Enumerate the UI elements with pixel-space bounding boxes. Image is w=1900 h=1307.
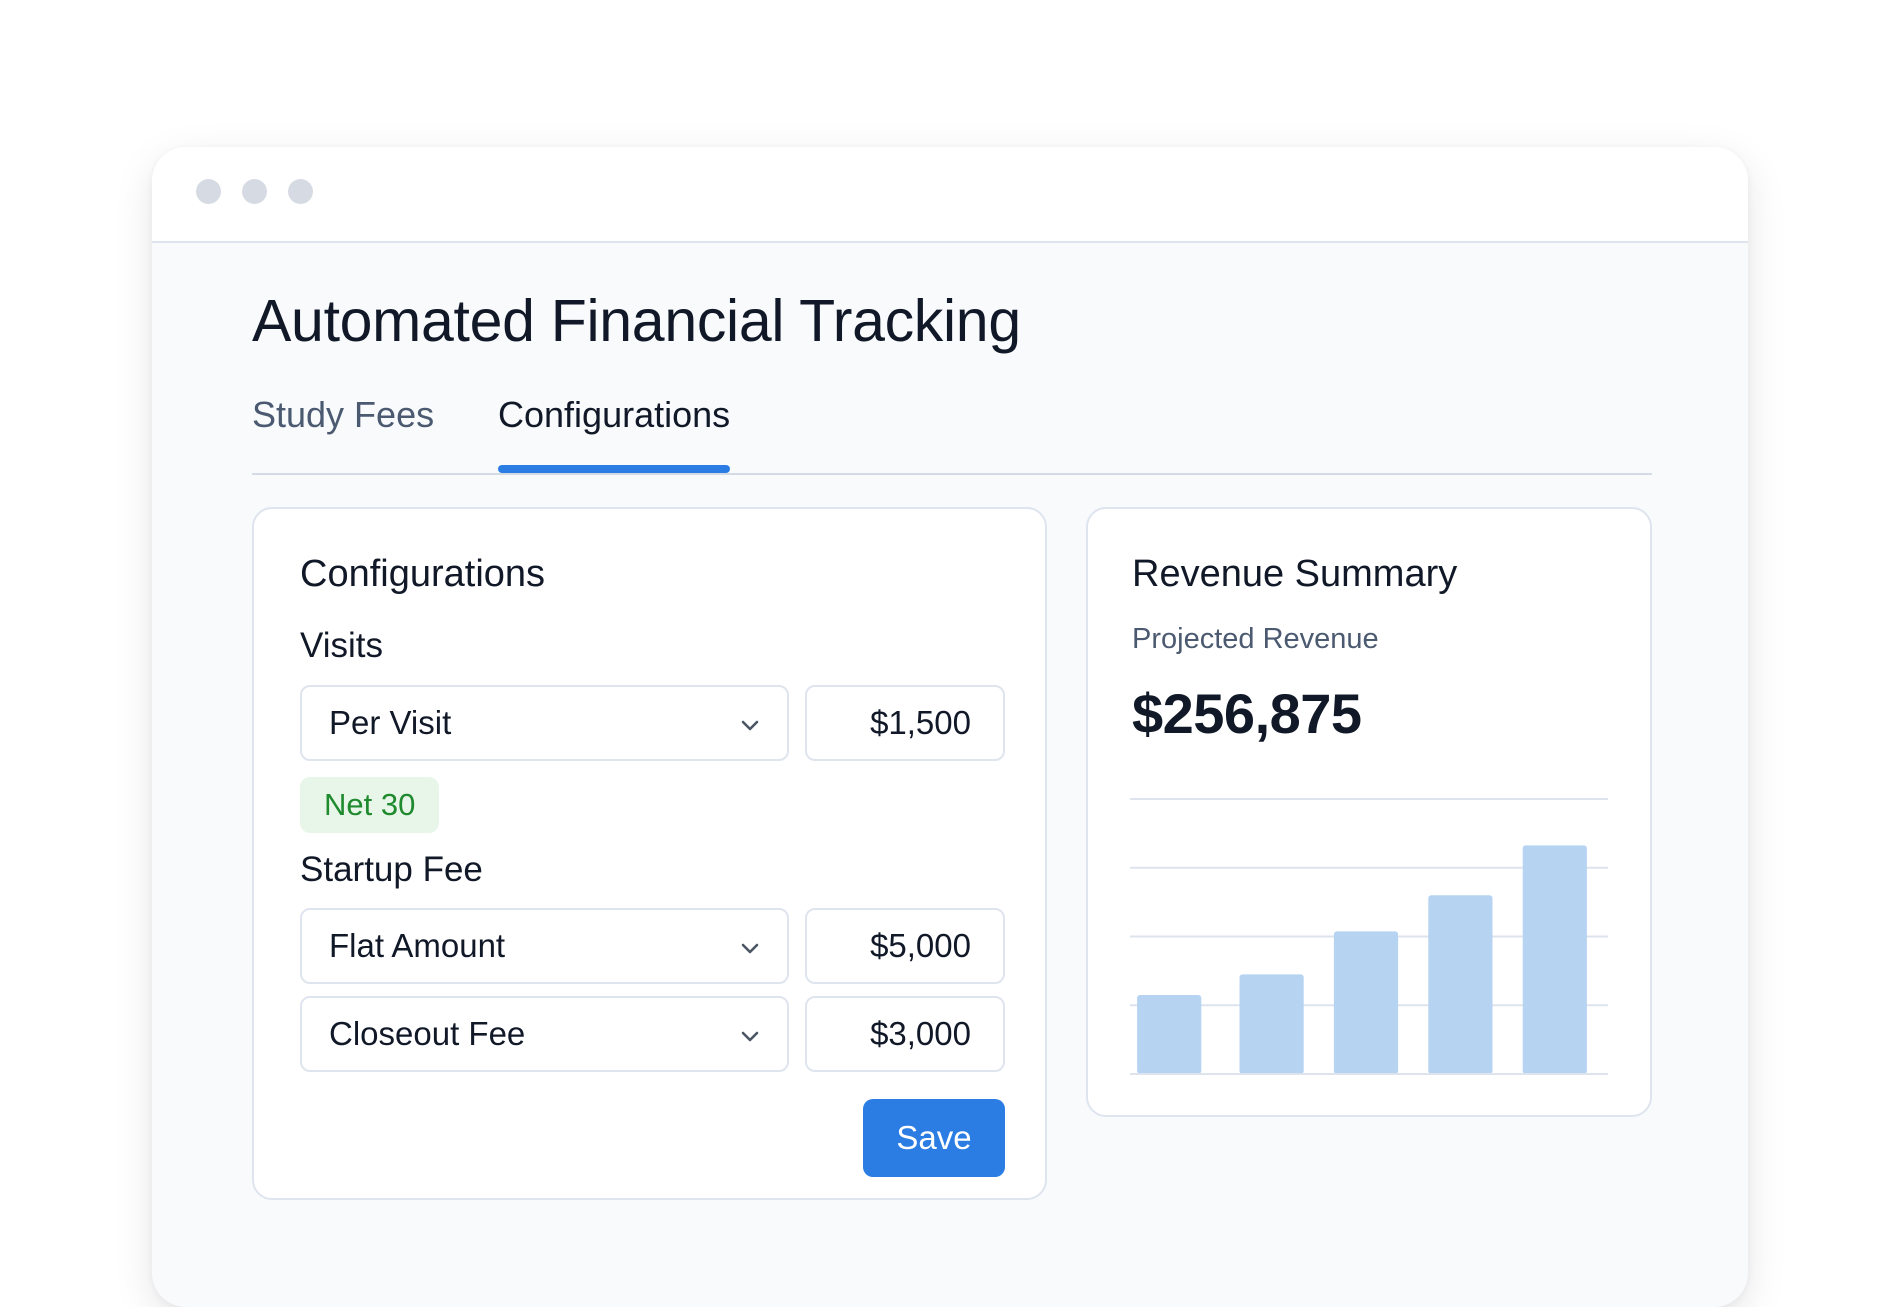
closeout-fee-type-value: Closeout Fee bbox=[329, 1015, 526, 1052]
startup-fee-type-select[interactable]: Flat Amount bbox=[300, 908, 789, 984]
tab-configurations[interactable]: Configurations bbox=[498, 387, 731, 473]
closeout-fee-type-select[interactable]: Closeout Fee bbox=[300, 996, 789, 1072]
visits-label: Visits bbox=[300, 626, 383, 665]
tab-study-fees[interactable]: Study Fees bbox=[252, 387, 434, 471]
chart-bar-3 bbox=[1333, 931, 1399, 1074]
chart-bar-1 bbox=[1137, 994, 1202, 1074]
app-window: Automated Financial Tracking Study Fees … bbox=[152, 147, 1748, 1307]
payment-terms-badge: Net 30 bbox=[300, 777, 440, 833]
chart-bar-4 bbox=[1428, 895, 1493, 1074]
revenue-bar-chart bbox=[1130, 798, 1608, 1075]
configurations-card: Configurations Visits Per Visit Net 30 S… bbox=[252, 507, 1047, 1200]
visits-amount-input[interactable] bbox=[805, 685, 1005, 761]
window-titlebar bbox=[152, 147, 1748, 243]
startup-fee-label: Startup Fee bbox=[300, 850, 483, 889]
chevron-down-icon bbox=[741, 720, 759, 731]
projected-revenue-label: Projected Revenue bbox=[1132, 623, 1379, 655]
visits-fee-type-value: Per Visit bbox=[329, 704, 452, 741]
chart-bar-2 bbox=[1239, 974, 1304, 1074]
window-maximize-dot-icon[interactable] bbox=[288, 179, 313, 204]
startup-fee-amount-input[interactable] bbox=[805, 908, 1005, 984]
revenue-summary-card: Revenue Summary Projected Revenue $256,8… bbox=[1086, 507, 1652, 1117]
window-minimize-dot-icon[interactable] bbox=[242, 179, 267, 204]
chevron-down-icon bbox=[741, 1031, 759, 1042]
chart-bar-5 bbox=[1522, 845, 1587, 1074]
chevron-down-icon bbox=[741, 943, 759, 954]
closeout-fee-amount-input[interactable] bbox=[805, 996, 1005, 1072]
configurations-heading: Configurations bbox=[300, 553, 546, 595]
revenue-summary-heading: Revenue Summary bbox=[1132, 553, 1458, 595]
tab-bar: Study Fees Configurations bbox=[252, 387, 1652, 475]
visits-fee-type-select[interactable]: Per Visit bbox=[300, 685, 789, 761]
save-button[interactable]: Save bbox=[863, 1099, 1005, 1177]
startup-fee-type-value: Flat Amount bbox=[329, 927, 506, 964]
projected-revenue-value: $256,875 bbox=[1132, 682, 1362, 745]
page-title: Automated Financial Tracking bbox=[252, 288, 1021, 354]
window-close-dot-icon[interactable] bbox=[196, 179, 221, 204]
